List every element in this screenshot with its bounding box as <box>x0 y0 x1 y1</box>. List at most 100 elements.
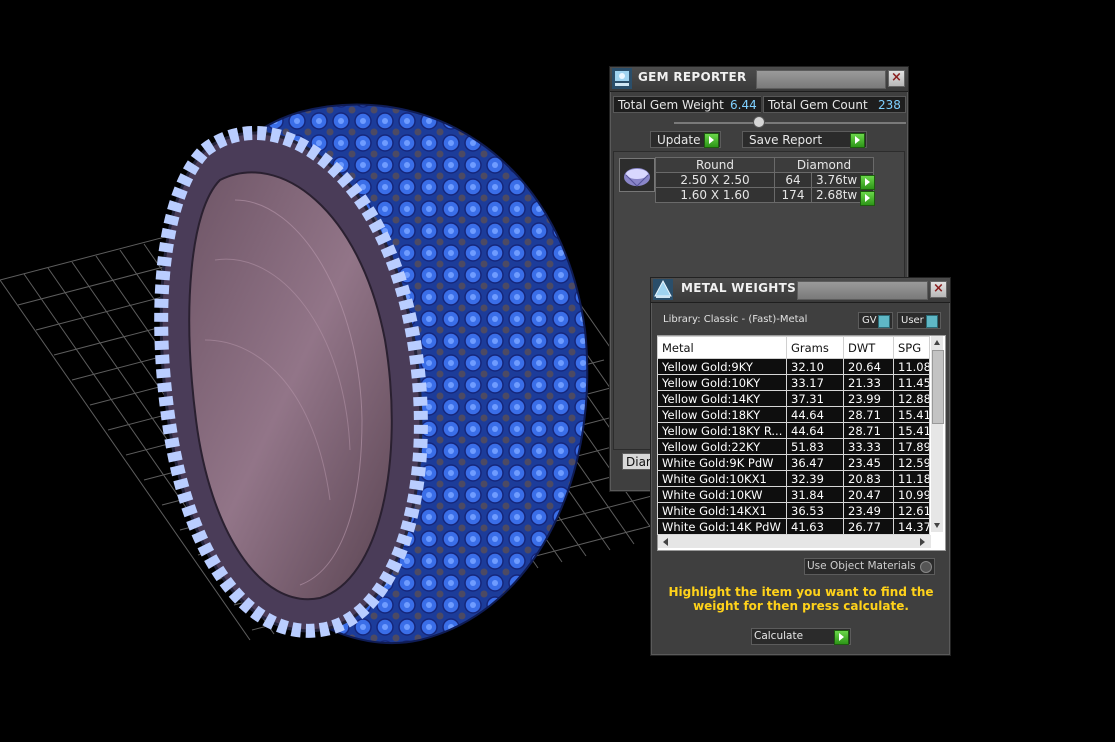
metal-weights-table: Metal Grams DWT SPG Yellow Gold:9KY 32.10… <box>657 336 930 535</box>
gv-toggle-indicator <box>878 315 890 328</box>
metal-dwt: 28.71 <box>843 422 894 439</box>
scroll-left-arrow-icon[interactable] <box>663 538 668 546</box>
shape-header: Round <box>655 157 775 173</box>
metal-row[interactable]: Yellow Gold:10KY 33.17 21.33 11.45 <box>657 374 930 391</box>
gem-row-1-select-arrow-icon[interactable] <box>860 175 875 190</box>
gv-toggle[interactable]: GV <box>858 312 893 329</box>
metal-weights-titlebar[interactable]: METAL WEIGHTS × <box>651 278 950 303</box>
metal-grams: 31.84 <box>786 486 844 503</box>
save-report-button[interactable]: Save Report <box>742 131 867 148</box>
metal-name: White Gold:10KX1 <box>657 470 787 487</box>
calculate-button[interactable]: Calculate <box>751 628 851 645</box>
round-diamond-icon <box>624 168 650 187</box>
gv-toggle-label: GV <box>862 315 877 326</box>
total-gem-weight-value: 6.44 <box>726 97 761 112</box>
gem-reporter-title: GEM REPORTER <box>638 70 747 84</box>
total-gem-count-value: 238 <box>874 97 905 112</box>
calculate-hint-text: Highlight the item you want to find the … <box>668 585 934 613</box>
metal-weights-title: METAL WEIGHTS <box>681 281 797 295</box>
gem-reporter-close-button[interactable]: × <box>888 70 905 87</box>
diamond-thumbnail[interactable] <box>619 158 655 192</box>
metal-table-hscrollbar[interactable] <box>658 535 931 548</box>
metal-weights-close-button[interactable]: × <box>930 281 947 298</box>
metal-spg: 12.61 <box>893 502 930 519</box>
metal-weights-drag-handle[interactable] <box>797 281 928 300</box>
gem-count: 174 <box>774 187 812 203</box>
metal-name: Yellow Gold:22KY <box>657 438 787 455</box>
metal-grams: 44.64 <box>786 422 844 439</box>
metal-grams: 51.83 <box>786 438 844 455</box>
use-object-materials-radio <box>920 561 932 573</box>
gem-reporter-drag-handle[interactable] <box>756 70 886 89</box>
user-toggle-indicator <box>926 315 938 328</box>
metal-spg: 11.45 <box>893 374 930 391</box>
user-toggle[interactable]: User <box>897 312 941 329</box>
gem-row[interactable]: 2.50 X 2.50 64 3.76tw <box>655 172 874 188</box>
metal-dwt: 21.33 <box>843 374 894 391</box>
metal-dwt: 20.47 <box>843 486 894 503</box>
gem-row[interactable]: 1.60 X 1.60 174 2.68tw <box>655 187 874 203</box>
report-slider-track[interactable] <box>674 122 906 124</box>
metal-dwt: 26.77 <box>843 518 894 535</box>
metal-table-vscrollbar[interactable] <box>931 336 944 532</box>
gem-reporter-app-icon <box>612 68 632 89</box>
metal-row[interactable]: Yellow Gold:9KY 32.10 20.64 11.08 <box>657 358 930 375</box>
metal-row[interactable]: Yellow Gold:22KY 51.83 33.33 17.89 <box>657 438 930 455</box>
scroll-down-arrow-icon[interactable] <box>934 523 940 528</box>
update-button[interactable]: Update <box>650 131 721 148</box>
metal-spg: 15.41 <box>893 422 930 439</box>
material-header: Diamond <box>774 157 874 173</box>
gem-size: 2.50 X 2.50 <box>655 172 775 188</box>
scroll-up-arrow-icon[interactable] <box>934 340 940 345</box>
metal-dwt: 23.49 <box>843 502 894 519</box>
metal-name: Yellow Gold:10KY <box>657 374 787 391</box>
column-header-grams[interactable]: Grams <box>786 336 844 359</box>
metal-dwt: 28.71 <box>843 406 894 423</box>
metal-name: Yellow Gold:18KY R... <box>657 422 787 439</box>
update-button-label: Update <box>657 133 701 147</box>
column-header-metal[interactable]: Metal <box>657 336 787 359</box>
metal-spg: 12.59 <box>893 454 930 471</box>
update-arrow-icon <box>704 133 719 148</box>
metal-spg: 11.08 <box>893 358 930 375</box>
use-object-materials-toggle[interactable]: Use Object Materials <box>804 558 935 575</box>
user-toggle-label: User <box>901 315 924 326</box>
metal-grams: 37.31 <box>786 390 844 407</box>
column-header-spg[interactable]: SPG <box>893 336 930 359</box>
metal-row[interactable]: White Gold:14KX1 36.53 23.49 12.61 <box>657 502 930 519</box>
metal-row[interactable]: White Gold:9K PdW 36.47 23.45 12.59 <box>657 454 930 471</box>
metal-name: Yellow Gold:18KY <box>657 406 787 423</box>
metal-row[interactable]: Yellow Gold:18KY 44.64 28.71 15.41 <box>657 406 930 423</box>
metal-grams: 32.10 <box>786 358 844 375</box>
metal-grams: 41.63 <box>786 518 844 535</box>
ring-model[interactable] <box>154 103 589 645</box>
gem-size: 1.60 X 1.60 <box>655 187 775 203</box>
save-report-button-label: Save Report <box>749 133 823 147</box>
metal-spg: 10.99 <box>893 486 930 503</box>
metal-row[interactable]: White Gold:14K PdW 41.63 26.77 14.37 <box>657 518 930 535</box>
gem-count: 64 <box>774 172 812 188</box>
library-label: Library: Classic - (Fast)-Metal <box>663 314 808 325</box>
metal-row[interactable]: White Gold:10KW 31.84 20.47 10.99 <box>657 486 930 503</box>
gem-reporter-titlebar[interactable]: GEM REPORTER × <box>610 67 908 92</box>
metal-grams: 32.39 <box>786 470 844 487</box>
metal-table-vscroll-thumb[interactable] <box>932 350 944 424</box>
metal-row[interactable]: White Gold:10KX1 32.39 20.83 11.18 <box>657 470 930 487</box>
metal-spg: 17.89 <box>893 438 930 455</box>
metal-spg: 12.88 <box>893 390 930 407</box>
gem-row-2-select-arrow-icon[interactable] <box>860 191 875 206</box>
metal-row[interactable]: Yellow Gold:14KY 37.31 23.99 12.88 <box>657 390 930 407</box>
metal-dwt: 33.33 <box>843 438 894 455</box>
use-object-materials-label: Use Object Materials <box>807 560 916 572</box>
metal-grams: 33.17 <box>786 374 844 391</box>
column-header-dwt[interactable]: DWT <box>843 336 894 359</box>
calculate-arrow-icon <box>834 630 849 645</box>
metal-row[interactable]: Yellow Gold:18KY R... 44.64 28.71 15.41 <box>657 422 930 439</box>
metal-name: Yellow Gold:14KY <box>657 390 787 407</box>
metal-dwt: 20.83 <box>843 470 894 487</box>
metal-grams: 36.53 <box>786 502 844 519</box>
metal-dwt: 23.99 <box>843 390 894 407</box>
gem-summary-table: Round Diamond 2.50 X 2.50 64 3.76tw 1.60… <box>655 157 874 203</box>
scroll-right-arrow-icon[interactable] <box>920 538 925 546</box>
report-slider-handle[interactable] <box>753 116 765 128</box>
